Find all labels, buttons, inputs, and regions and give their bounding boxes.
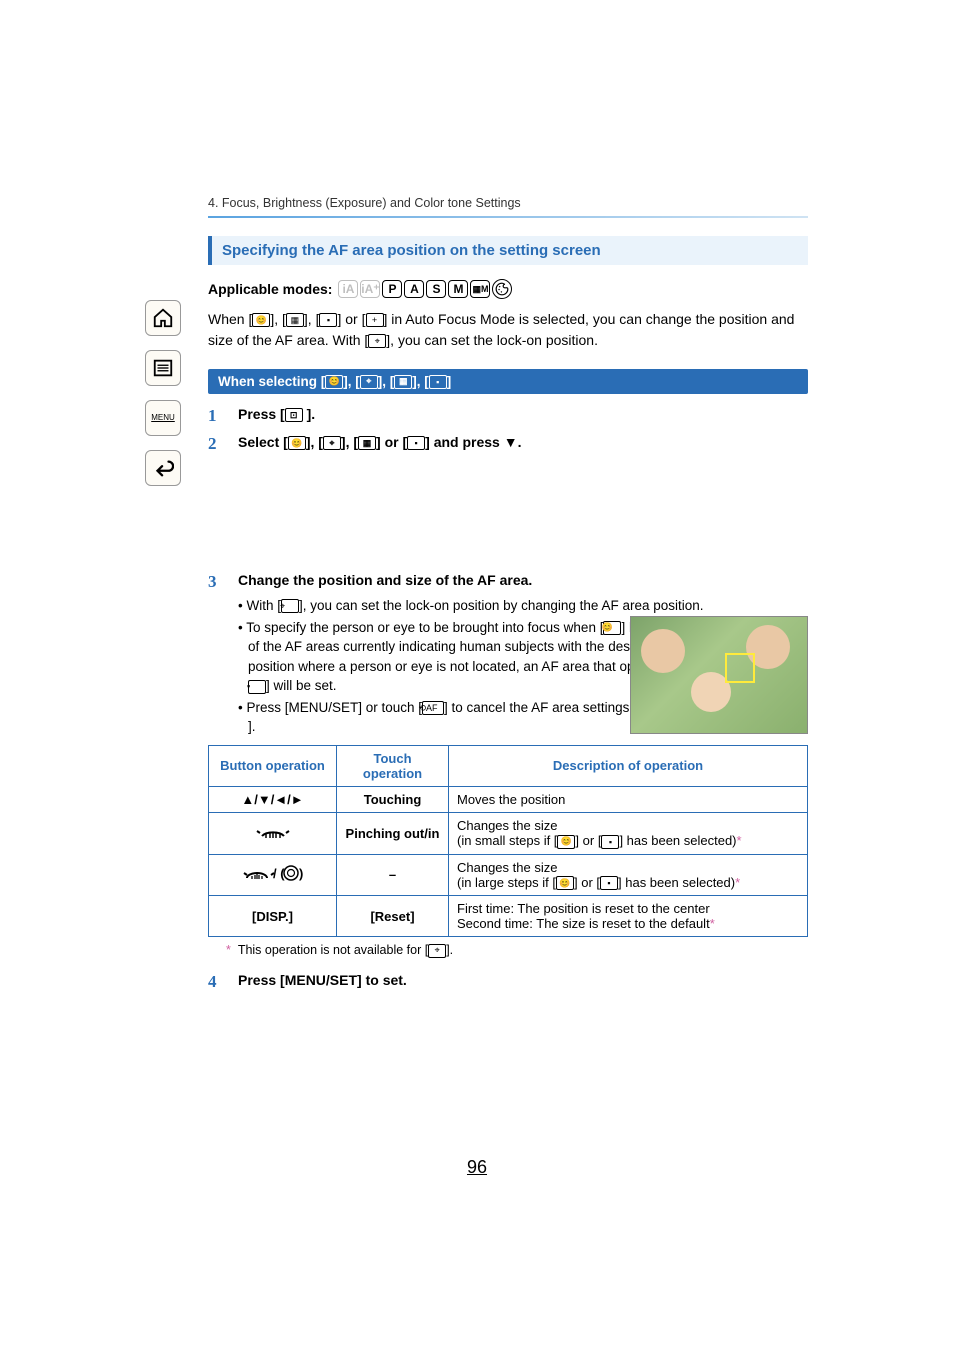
mode-ia-icon: iA <box>338 280 358 298</box>
front-dial-control-dial-icon: / () <box>209 854 337 896</box>
back-icon[interactable] <box>145 450 181 486</box>
footnote: * This operation is not available for [⌖… <box>226 943 808 958</box>
face-detect-icon: 😊 <box>603 621 621 635</box>
mode-creative-icon <box>492 279 512 299</box>
step-1: 1 Press [⊡ ]. <box>208 406 808 426</box>
step-number: 1 <box>208 406 224 426</box>
mode-s: S <box>426 280 446 298</box>
table-row: [DISP.] [Reset] First time: The position… <box>209 896 808 937</box>
breadcrumb-divider <box>208 216 808 218</box>
face-detect-icon: 😊 <box>325 375 343 389</box>
table-row: ▲/▼/◄/► Touching Moves the position <box>209 786 808 812</box>
af-point-icon: ⊡ <box>285 408 303 422</box>
breadcrumb: 4. Focus, Brightness (Exposure) and Colo… <box>208 196 808 210</box>
home-icon[interactable] <box>145 300 181 336</box>
section-title: Specifying the AF area position on the s… <box>208 236 808 265</box>
col-touch-op: Touch operation <box>337 745 449 786</box>
tracking-icon: ⌖ <box>368 334 386 348</box>
one-area-icon: ▪ <box>601 835 619 849</box>
rear-dial-icon <box>209 812 337 854</box>
multi-area-icon: ▦ <box>394 375 412 389</box>
operations-table: Button operation Touch operation Descrip… <box>208 745 808 937</box>
tracking-icon: ⌖ <box>360 375 378 389</box>
af-frame-overlay <box>725 653 755 683</box>
mode-movie-icon: ▦M <box>470 280 490 298</box>
col-description: Description of operation <box>449 745 808 786</box>
down-arrow-icon: ▼ <box>504 434 518 450</box>
face-detect-icon: 😊 <box>288 436 306 450</box>
page-number[interactable]: 96 <box>0 1157 954 1178</box>
svg-text:): ) <box>299 866 303 881</box>
one-area-icon: ▪ <box>248 680 266 694</box>
table-row: / () – Changes the size(in large steps i… <box>209 854 808 896</box>
one-area-icon: ▪ <box>429 375 447 389</box>
one-area-icon: ▪ <box>600 876 618 890</box>
step-number: 4 <box>208 972 224 992</box>
page-content: 4. Focus, Brightness (Exposure) and Colo… <box>208 196 808 1000</box>
step-4: 4 Press [MENU/SET] to set. <box>208 972 808 992</box>
mode-badges: iA iA⁺ P A S M ▦M <box>338 279 512 299</box>
mode-iap-icon: iA⁺ <box>360 280 380 298</box>
sub-section-title: When selecting [😊], [⌖], [▦], [▪] <box>208 369 808 394</box>
intro-text: When [😊], [▦], [▪] or [+] in Auto Focus … <box>208 309 808 351</box>
table-row: Pinching out/in Changes the size(in smal… <box>209 812 808 854</box>
mode-a: A <box>404 280 424 298</box>
af-off-icon: ⟲AF <box>422 701 444 715</box>
col-button-op: Button operation <box>209 745 337 786</box>
step-2: 2 Select [😊], [⌖], [▦] or [▪] and press … <box>208 434 808 454</box>
contents-icon[interactable] <box>145 350 181 386</box>
multi-area-icon: ▦ <box>286 313 304 327</box>
sidebar: MENU <box>145 300 185 500</box>
applicable-label: Applicable modes: <box>208 281 332 297</box>
step-number: 2 <box>208 434 224 454</box>
face-detect-icon: 😊 <box>557 835 575 849</box>
pinpoint-icon: + <box>366 313 384 327</box>
example-photo <box>630 616 808 734</box>
tracking-icon: ⌖ <box>323 436 341 450</box>
multi-area-icon: ▦ <box>358 436 376 450</box>
applicable-modes: Applicable modes: iA iA⁺ P A S M ▦M <box>208 279 808 299</box>
one-area-icon: ▪ <box>319 313 337 327</box>
mode-m: M <box>448 280 468 298</box>
face-detect-icon: 😊 <box>252 313 270 327</box>
one-area-icon: ▪ <box>407 436 425 450</box>
step-number: 3 <box>208 572 224 592</box>
face-detect-icon: 😊 <box>556 876 574 890</box>
tracking-icon: ⌖ <box>428 944 446 958</box>
mode-p: P <box>382 280 402 298</box>
menu-icon[interactable]: MENU <box>145 400 181 436</box>
tracking-icon: ⌖ <box>281 599 299 613</box>
